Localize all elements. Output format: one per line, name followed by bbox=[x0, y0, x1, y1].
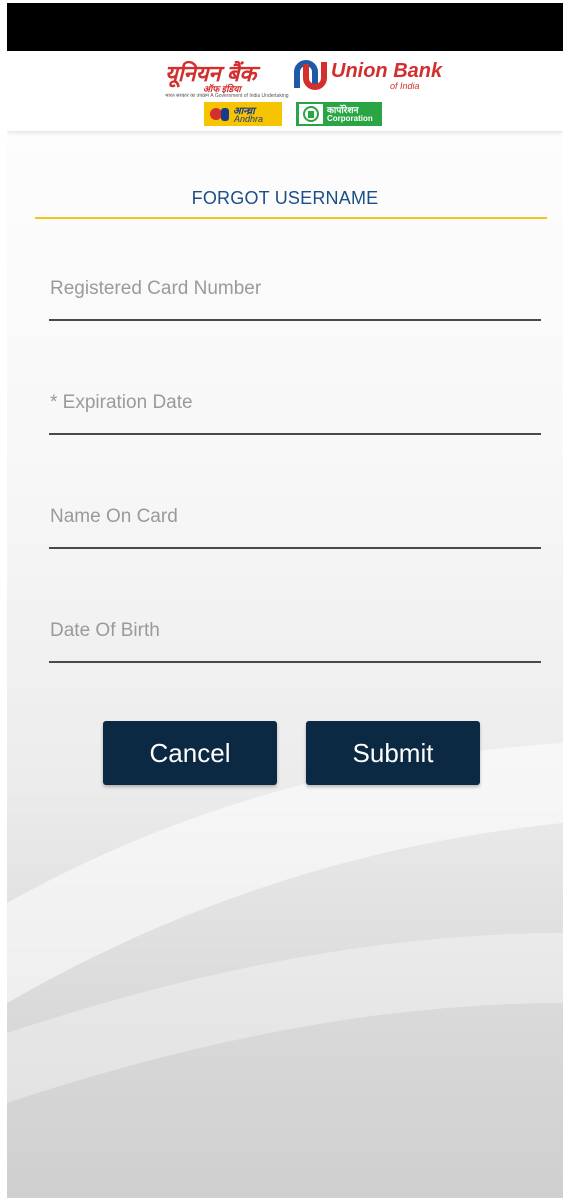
field-underline bbox=[49, 433, 541, 435]
date-of-birth-input[interactable] bbox=[49, 603, 543, 659]
name-on-card-field bbox=[49, 489, 543, 549]
brand-english-name: Union Bank bbox=[331, 60, 443, 82]
field-underline bbox=[49, 547, 541, 549]
union-bank-logo: यूनियन बैंक ऑफ इंडिया Union Bank of Indi… bbox=[165, 58, 442, 94]
corporation-emblem-icon bbox=[299, 104, 323, 124]
brand-english-subtitle: of India bbox=[390, 81, 420, 91]
andhra-emblem-icon bbox=[210, 108, 229, 121]
andhra-bank-logo: आन्ध्रा Andhra bbox=[204, 102, 282, 126]
cancel-button[interactable]: Cancel bbox=[103, 721, 277, 785]
name-on-card-input[interactable] bbox=[49, 489, 543, 545]
corporation-bank-logo: कार्पोरेशन Corporation bbox=[296, 102, 382, 126]
field-underline bbox=[49, 319, 541, 321]
union-bank-emblem-icon bbox=[294, 60, 327, 90]
field-underline bbox=[49, 661, 541, 663]
app-screen: यूनियन बैंक ऑफ इंडिया Union Bank of Indi… bbox=[7, 3, 563, 1198]
expiration-date-field bbox=[49, 375, 543, 435]
corporation-english-label: Corporation bbox=[327, 114, 373, 123]
expiration-date-input[interactable] bbox=[49, 375, 543, 431]
date-of-birth-field bbox=[49, 603, 543, 663]
page-title: FORGOT USERNAME bbox=[191, 188, 379, 208]
submit-button[interactable]: Submit bbox=[306, 721, 480, 785]
title-divider bbox=[35, 217, 547, 219]
card-number-input[interactable] bbox=[49, 261, 543, 317]
status-bar bbox=[7, 3, 563, 51]
app-header: यूनियन बैंक ऑफ इंडिया Union Bank of Indi… bbox=[7, 51, 563, 131]
andhra-english-label: Andhra bbox=[234, 114, 264, 124]
card-number-field bbox=[49, 261, 543, 321]
brand-tagline: भारत सरकार का उपक्रम A Government of Ind… bbox=[165, 93, 289, 99]
